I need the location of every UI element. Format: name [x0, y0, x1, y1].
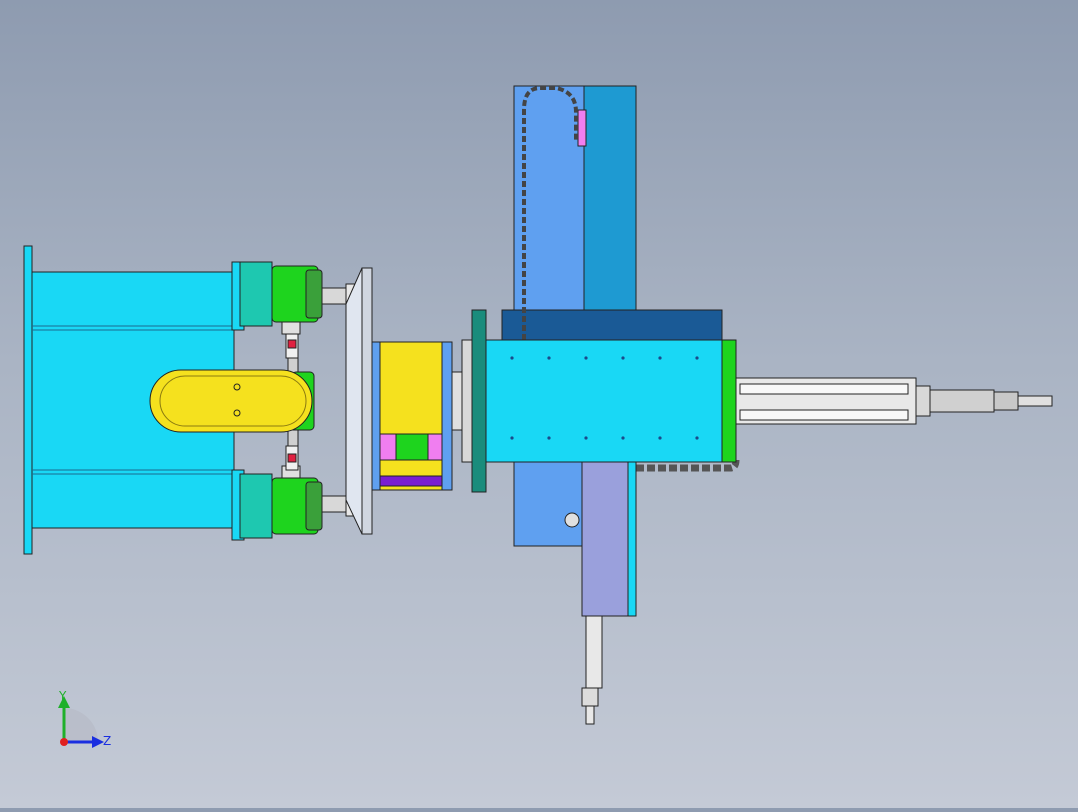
- pneumatic-cylinder: [735, 377, 1053, 425]
- assembly-drawing: Y Z: [23, 85, 1053, 748]
- yellow-drive-housing: [149, 369, 315, 433]
- y-axis-label: Y: [58, 689, 67, 703]
- base-flange-plate: [23, 245, 33, 555]
- z-axis-label: Z: [103, 734, 111, 748]
- mounting-plate: [345, 267, 373, 535]
- upper-motor-block: [239, 261, 273, 327]
- x-axis-origin: [60, 738, 68, 746]
- cad-viewport[interactable]: Y Z: [0, 0, 1078, 808]
- axis-triad: Y Z: [58, 689, 111, 748]
- bearing-block: [371, 341, 453, 491]
- lower-slide: [581, 461, 637, 725]
- horizontal-carriage: [485, 339, 737, 463]
- rotary-flange: [451, 309, 487, 493]
- lower-motor-block: [239, 473, 273, 539]
